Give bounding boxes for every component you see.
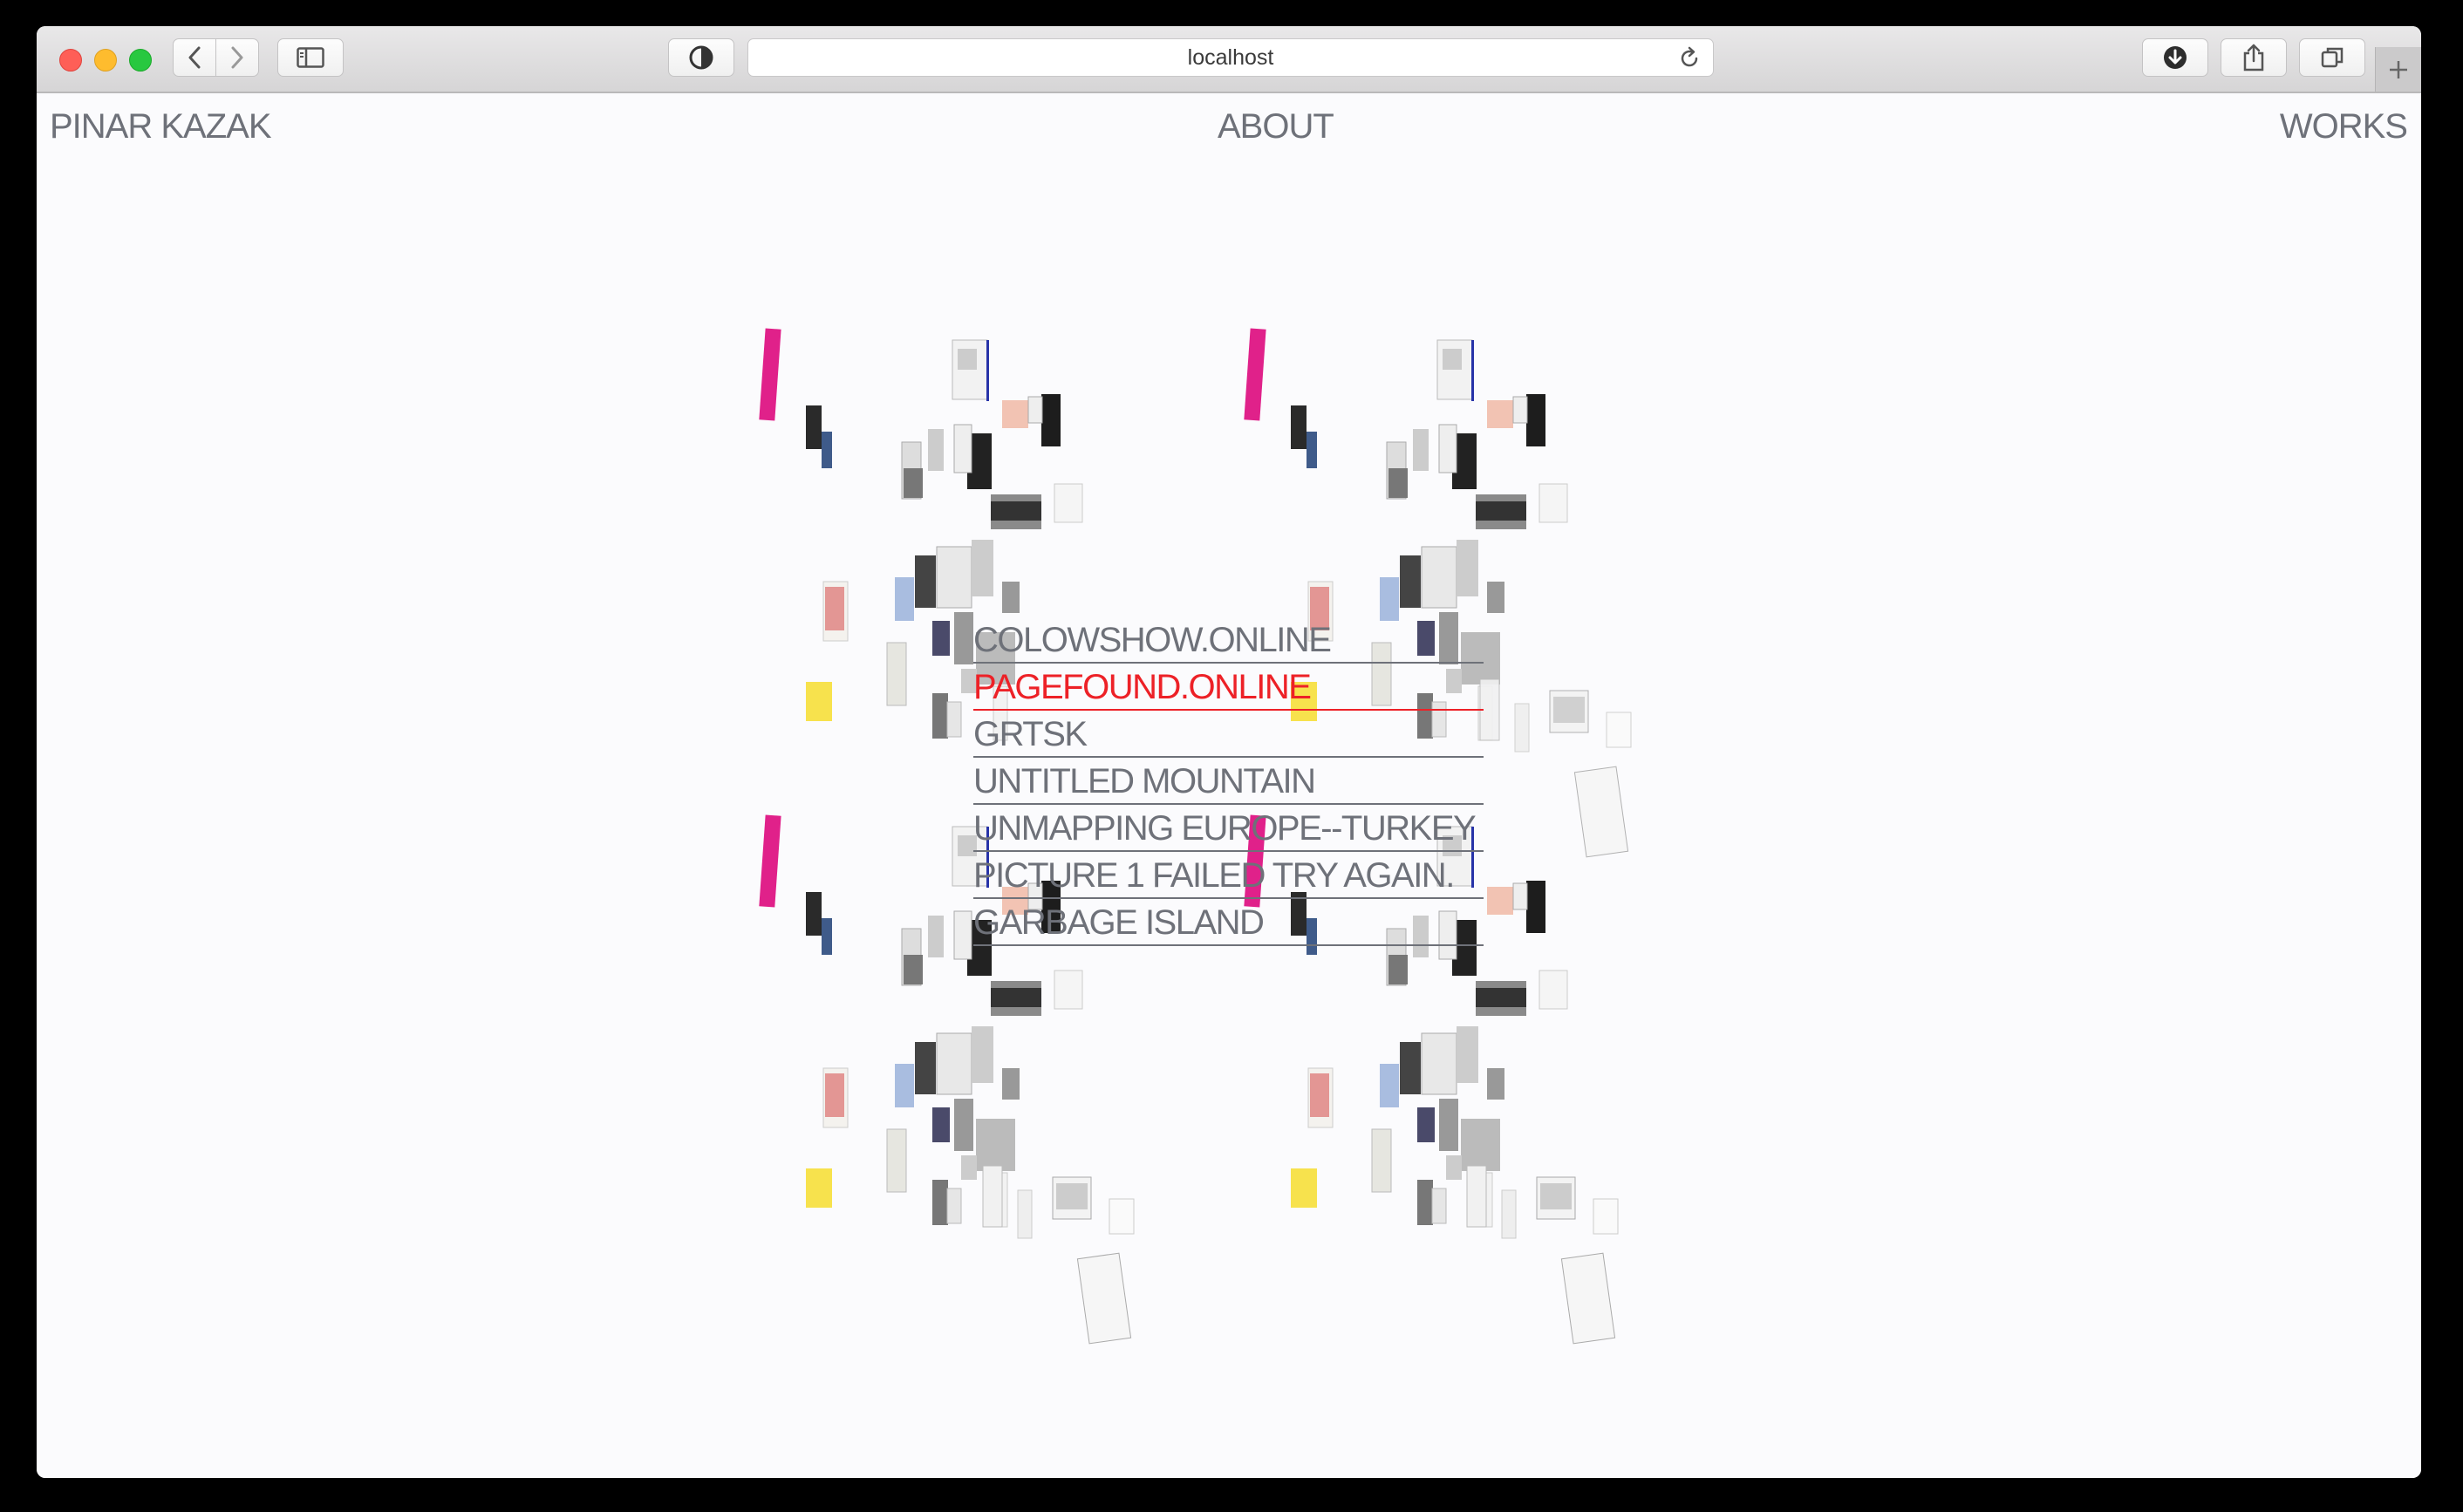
- browser-window: localhost PINAR KAZAK ABOUT WORKS COLOWS…: [37, 26, 2421, 1478]
- address-text: localhost: [1187, 44, 1274, 70]
- work-link-untitled-mountain[interactable]: UNTITLED MOUNTAIN: [973, 758, 1484, 805]
- sidebar-icon: [297, 47, 324, 68]
- work-link-unmapping-europe-turkey[interactable]: UNMAPPING EUROPE--TURKEY: [973, 805, 1484, 852]
- share-button[interactable]: [2221, 38, 2287, 77]
- site-title-link[interactable]: PINAR KAZAK: [50, 107, 272, 146]
- browser-toolbar: localhost: [37, 26, 2421, 93]
- privacy-report-button[interactable]: [668, 38, 734, 77]
- address-bar[interactable]: localhost: [747, 38, 1714, 77]
- works-list: COLOWSHOW.ONLINE PAGEFOUND.ONLINE GRTSK …: [973, 616, 1484, 946]
- work-link-garbage-island[interactable]: GARBAGE ISLAND: [973, 899, 1484, 946]
- work-link-picture-1-failed[interactable]: PICTURE 1 FAILED TRY AGAIN.: [973, 852, 1484, 899]
- maximize-window-button[interactable]: [129, 49, 152, 72]
- work-link-grtsk[interactable]: GRTSK: [973, 711, 1484, 758]
- close-window-button[interactable]: [59, 49, 82, 72]
- back-button[interactable]: [173, 38, 216, 77]
- new-tab-button[interactable]: [2375, 47, 2421, 92]
- minimize-window-button[interactable]: [94, 49, 117, 72]
- downloads-button[interactable]: [2142, 38, 2208, 77]
- nav-about-link[interactable]: ABOUT: [1218, 107, 1334, 146]
- image-cluster-bottom-right-edge: [982, 1165, 1135, 1345]
- reload-icon[interactable]: [1678, 46, 1701, 71]
- share-icon: [2243, 44, 2264, 72]
- tabs-icon: [2321, 47, 2344, 68]
- download-icon: [2164, 46, 2187, 69]
- nav-works-link[interactable]: WORKS: [2280, 107, 2408, 146]
- image-cluster-bottom-far-right: [1466, 1165, 1619, 1345]
- chevron-right-icon: [231, 46, 243, 69]
- forward-button[interactable]: [215, 38, 259, 77]
- shield-icon: [689, 45, 713, 70]
- image-cluster-mid-right: [1479, 678, 1632, 858]
- web-page: PINAR KAZAK ABOUT WORKS COLOWSHOW.ONLINE…: [37, 93, 2421, 1478]
- work-link-colowshow[interactable]: COLOWSHOW.ONLINE: [973, 616, 1484, 664]
- tab-overview-button[interactable]: [2299, 38, 2365, 77]
- work-link-pagefound[interactable]: PAGEFOUND.ONLINE: [973, 664, 1484, 711]
- chevron-left-icon: [188, 46, 201, 69]
- sidebar-toggle-button[interactable]: [277, 38, 344, 77]
- plus-icon: [2390, 60, 2407, 78]
